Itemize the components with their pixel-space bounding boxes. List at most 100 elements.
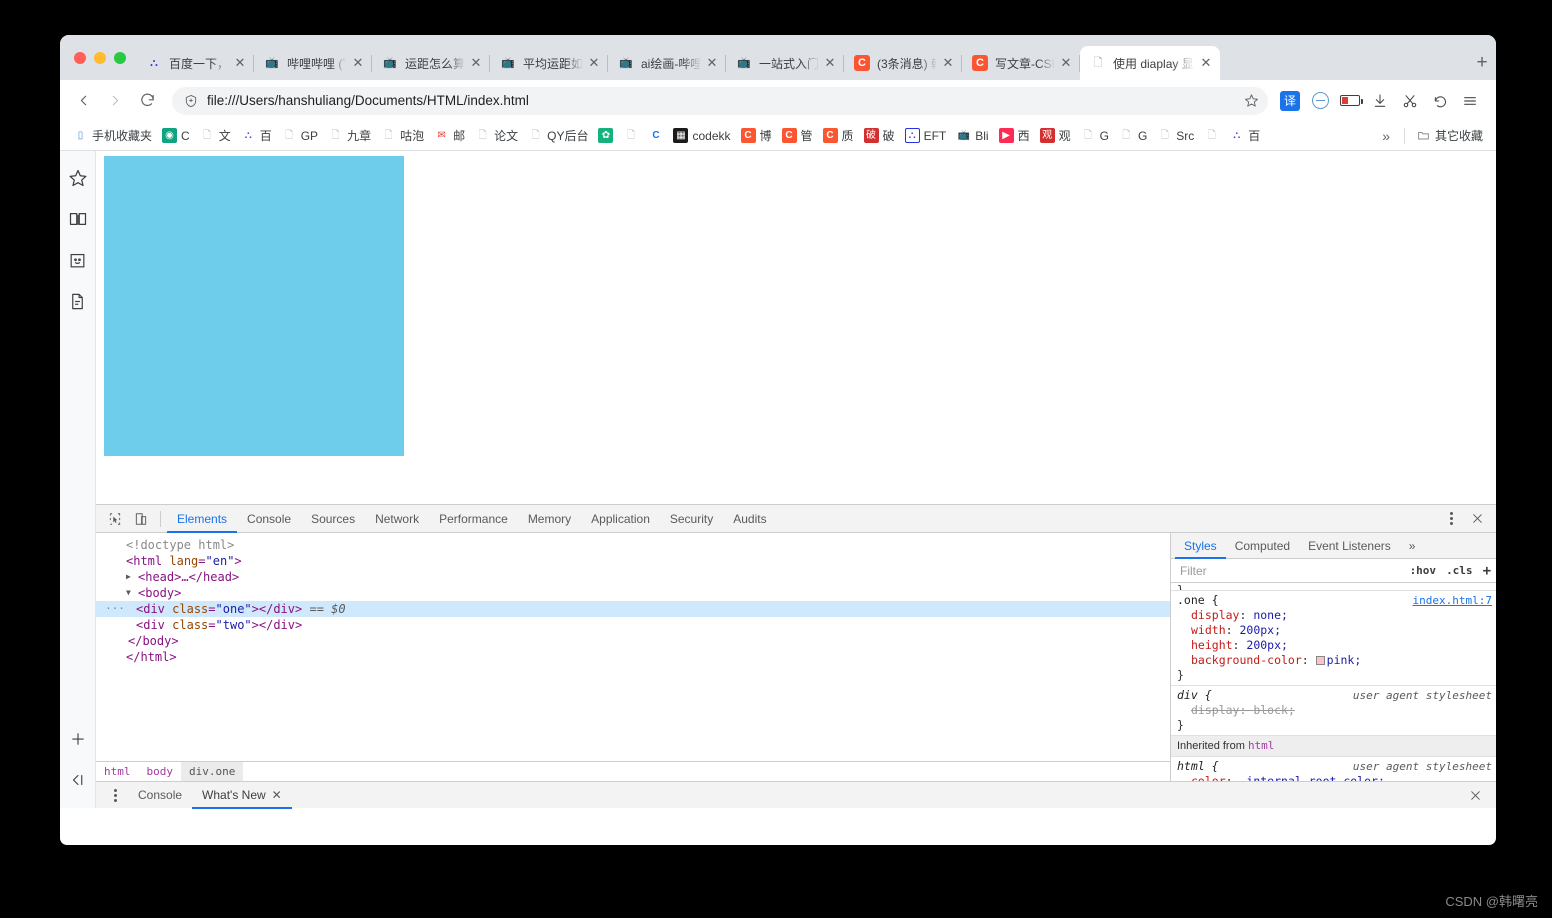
translate-icon[interactable]: 译	[1276, 87, 1304, 115]
tab-close-icon[interactable]: ✕	[822, 55, 838, 71]
battery-icon[interactable]	[1336, 87, 1364, 115]
reload-button[interactable]	[132, 86, 162, 116]
devtools-tab-performance[interactable]: Performance	[429, 505, 518, 533]
bookmark-item[interactable]: 🗋 GP	[277, 125, 323, 147]
bookmark-item[interactable]: 🗋	[1199, 125, 1224, 147]
bookmark-item[interactable]: 🗋 论文	[470, 125, 523, 147]
more-options-icon[interactable]	[1438, 506, 1464, 532]
maximize-window-button[interactable]	[114, 51, 126, 64]
color-swatch[interactable]	[1315, 656, 1325, 666]
tab-close-icon[interactable]: ✕	[468, 55, 484, 71]
breadcrumb-item[interactable]: body	[139, 762, 182, 782]
style-declaration[interactable]: height: 200px;	[1177, 638, 1496, 653]
new-style-rule-button[interactable]: +	[1478, 563, 1496, 579]
devtools-tab-memory[interactable]: Memory	[518, 505, 581, 533]
style-declaration[interactable]: color: -internal-root-color;	[1177, 774, 1496, 781]
bookmark-item[interactable]: ✿	[593, 125, 618, 147]
close-icon[interactable]: ✕	[272, 788, 282, 802]
adblock-icon[interactable]	[1306, 87, 1334, 115]
browser-tab[interactable]: ⛬ 百度一下，你就✕	[136, 46, 254, 80]
style-declaration[interactable]: background-color: pink;	[1177, 653, 1496, 668]
dom-tree[interactable]: <!doctype html> < html lang = "en" > ▶ <head>…	[96, 533, 1170, 761]
bookmark-item[interactable]: C博	[736, 125, 777, 147]
bookmark-item[interactable]: ✉ 邮	[429, 125, 470, 147]
other-bookmarks-folder[interactable]: 其它收藏	[1411, 125, 1488, 147]
styles-overflow-button[interactable]: »	[1400, 533, 1425, 559]
devtools-tab-network[interactable]: Network	[365, 505, 429, 533]
plus-icon[interactable]	[65, 726, 91, 752]
hov-toggle-button[interactable]: :hov	[1405, 564, 1442, 577]
bookmarks-overflow-button[interactable]: »	[1374, 128, 1398, 144]
undo-icon[interactable]	[1426, 87, 1454, 115]
back-button[interactable]	[68, 86, 98, 116]
bookmark-item[interactable]: C质	[818, 125, 859, 147]
browser-tab[interactable]: C 写文章-CSDN博✕	[962, 46, 1080, 80]
bookmark-item[interactable]: ⛬ 百	[236, 125, 277, 147]
inspect-cursor-icon[interactable]	[102, 506, 128, 532]
close-icon[interactable]	[1464, 506, 1490, 532]
style-declaration[interactable]: display: block;	[1177, 703, 1496, 718]
style-rule[interactable]: div {user agent stylesheet display: block…	[1171, 686, 1496, 737]
styles-filter-input[interactable]: Filter	[1175, 561, 1401, 580]
tab-close-icon[interactable]: ✕	[704, 55, 720, 71]
close-window-button[interactable]	[74, 51, 86, 64]
drawer-tab-console[interactable]: Console	[128, 782, 192, 809]
bookmark-item[interactable]: ◉ C	[157, 125, 195, 147]
dom-line-html-open[interactable]: < html lang = "en" >	[96, 553, 1170, 569]
bookmark-item[interactable]: 🗋 九章	[323, 125, 376, 147]
forward-button[interactable]	[100, 86, 130, 116]
bookmark-item[interactable]: ▦ codekk	[668, 125, 735, 147]
bookmark-item[interactable]: 观观	[1035, 125, 1076, 147]
collapse-left-icon[interactable]	[65, 767, 91, 793]
minimize-window-button[interactable]	[94, 51, 106, 64]
browser-tab[interactable]: 📺 ai绘画-哔哩哔哩✕	[608, 46, 726, 80]
bookmark-item[interactable]: C	[643, 125, 668, 147]
browser-tab[interactable]: 📺 平均运距如何计✕	[490, 46, 608, 80]
styles-tab-computed[interactable]: Computed	[1226, 533, 1299, 559]
styles-tab-event-listeners[interactable]: Event Listeners	[1299, 533, 1400, 559]
reading-list-icon[interactable]	[65, 247, 91, 273]
bookmark-item[interactable]: 🗋 QY后台	[523, 125, 593, 147]
bookmark-item[interactable]: 🗋	[618, 125, 643, 147]
dom-line-div-two[interactable]: < div class = "two" ></div >	[96, 617, 1170, 633]
style-declaration[interactable]: width: 200px;	[1177, 623, 1496, 638]
bookmark-item[interactable]: 🗋 G	[1114, 125, 1152, 147]
new-tab-button[interactable]: +	[1468, 49, 1496, 77]
devtools-tab-application[interactable]: Application	[581, 505, 660, 533]
device-toolbar-icon[interactable]	[128, 506, 154, 532]
bookmark-item[interactable]: 📺 Bli	[951, 125, 993, 147]
scissors-icon[interactable]	[1396, 87, 1424, 115]
browser-tab[interactable]: 📺 运距怎么算-哔哩✕	[372, 46, 490, 80]
tab-close-icon[interactable]: ✕	[1058, 55, 1074, 71]
dom-line-div-one[interactable]: ··· < div class = "one" ></div > == $0	[96, 601, 1170, 618]
bookmark-star-icon[interactable]	[1240, 93, 1262, 108]
devtools-tab-audits[interactable]: Audits	[723, 505, 776, 533]
page-info-icon[interactable]	[184, 94, 198, 108]
breadcrumb-item[interactable]: html	[96, 762, 139, 782]
download-icon[interactable]	[1366, 87, 1394, 115]
close-icon[interactable]	[1462, 782, 1488, 808]
bookmark-item[interactable]: C管	[777, 125, 818, 147]
devtools-tab-sources[interactable]: Sources	[301, 505, 365, 533]
style-declaration[interactable]: display: none;	[1177, 608, 1496, 623]
bookmark-item[interactable]: 🗋 咕泡	[376, 125, 429, 147]
bookmark-item[interactable]: 破破	[859, 125, 900, 147]
document-icon[interactable]	[65, 288, 91, 314]
tab-close-icon[interactable]: ✕	[232, 55, 248, 71]
collapse-arrow-icon[interactable]: ▼	[126, 585, 136, 601]
style-rule[interactable]: .one {index.html:7 display: none; width: 2…	[1171, 591, 1496, 687]
bookmark-item[interactable]: 🗋 Src	[1152, 125, 1199, 147]
book-icon[interactable]	[65, 206, 91, 232]
star-icon[interactable]	[65, 165, 91, 191]
tab-close-icon[interactable]: ✕	[350, 55, 366, 71]
bookmark-item[interactable]: ▯ 手机收藏夹	[68, 125, 157, 147]
devtools-tab-security[interactable]: Security	[660, 505, 723, 533]
more-options-icon[interactable]	[102, 782, 128, 808]
bookmark-item[interactable]: 🗋 G	[1076, 125, 1114, 147]
dom-line-head[interactable]: ▶ <head>…</head>	[96, 569, 1170, 585]
dom-line-html-close[interactable]: </html>	[96, 649, 1170, 665]
tab-close-icon[interactable]: ✕	[586, 55, 602, 71]
browser-tab[interactable]: 📺 一站式入门AI绘✕	[726, 46, 844, 80]
bookmark-item[interactable]: ⛬ 百	[1224, 125, 1265, 147]
menu-icon[interactable]	[1456, 87, 1484, 115]
